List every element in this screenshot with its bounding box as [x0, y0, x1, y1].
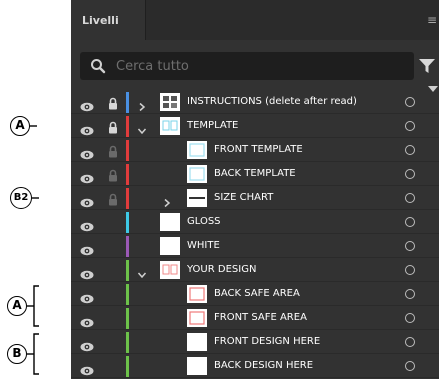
- visibility-eye-icon[interactable]: [80, 121, 94, 136]
- layer-thumbnail: [187, 333, 207, 351]
- layer-row[interactable]: BACK DESIGN HERE: [71, 354, 439, 378]
- layer-thumbnail: [160, 237, 180, 255]
- layer-name[interactable]: FRONT TEMPLATE: [214, 138, 303, 162]
- layer-thumbnail: [187, 189, 207, 207]
- layers-panel: Livelli ≡ INSTRUCTIONS (delete after rea…: [71, 0, 439, 379]
- target-circle-icon[interactable]: [405, 169, 415, 179]
- layer-thumbnail: [160, 117, 180, 135]
- target-circle-icon[interactable]: [405, 121, 415, 131]
- layer-row[interactable]: SIZE CHART: [71, 186, 439, 210]
- layer-name[interactable]: GLOSS: [187, 210, 221, 234]
- chevron-right-icon[interactable]: [162, 193, 172, 208]
- search-input[interactable]: [116, 56, 396, 76]
- layer-row[interactable]: WHITE: [71, 234, 439, 258]
- layer-thumbnail: [160, 213, 180, 231]
- visibility-eye-icon[interactable]: [80, 241, 94, 256]
- layer-name[interactable]: BACK DESIGN HERE: [214, 354, 313, 378]
- visibility-eye-icon[interactable]: [80, 313, 94, 328]
- layer-color-bar: [126, 188, 129, 209]
- layer-name[interactable]: YOUR DESIGN: [187, 258, 256, 282]
- lock-icon[interactable]: [108, 191, 118, 206]
- layer-row[interactable]: FRONT TEMPLATE: [71, 138, 439, 162]
- target-circle-icon[interactable]: [405, 241, 415, 251]
- visibility-eye-icon[interactable]: [80, 97, 94, 112]
- layer-thumbnail: [187, 141, 207, 159]
- layer-row[interactable]: BACK TEMPLATE: [71, 162, 439, 186]
- layer-color-bar: [126, 332, 129, 353]
- target-circle-icon[interactable]: [405, 217, 415, 227]
- target-circle-icon[interactable]: [405, 361, 415, 371]
- layer-thumbnail: [187, 309, 207, 327]
- visibility-eye-icon[interactable]: [80, 145, 94, 160]
- layer-color-bar: [126, 140, 129, 161]
- layer-row[interactable]: FRONT DESIGN HERE: [71, 330, 439, 354]
- layer-row[interactable]: FRONT SAFE AREA: [71, 306, 439, 330]
- layer-name[interactable]: TEMPLATE: [187, 114, 238, 138]
- target-circle-icon[interactable]: [405, 97, 415, 107]
- visibility-eye-icon[interactable]: [80, 289, 94, 304]
- chevron-down-icon[interactable]: [137, 121, 147, 135]
- panel-tab-bar: Livelli ≡: [71, 0, 439, 40]
- lock-icon[interactable]: [108, 167, 118, 182]
- target-circle-icon[interactable]: [405, 313, 415, 323]
- layer-name[interactable]: WHITE: [187, 234, 220, 258]
- layer-color-bar: [126, 92, 129, 113]
- layer-name[interactable]: SIZE CHART: [214, 186, 273, 210]
- layer-color-bar: [126, 356, 129, 377]
- visibility-eye-icon[interactable]: [80, 265, 94, 280]
- layer-thumbnail: [187, 357, 207, 375]
- layer-color-bar: [126, 308, 129, 329]
- layer-thumbnail: [187, 285, 207, 303]
- tab-layers[interactable]: Livelli: [71, 0, 145, 40]
- callout-connector: [27, 333, 39, 375]
- layer-thumbnail: [160, 261, 180, 279]
- search-icon: [91, 59, 106, 74]
- visibility-eye-icon[interactable]: [80, 169, 94, 184]
- panel-menu-icon[interactable]: ≡: [427, 14, 439, 26]
- chevron-right-icon[interactable]: [137, 97, 147, 112]
- visibility-eye-icon[interactable]: [80, 361, 94, 376]
- target-circle-icon[interactable]: [405, 265, 415, 275]
- layer-row[interactable]: INSTRUCTIONS (delete after read): [71, 90, 439, 114]
- layer-color-bar: [126, 260, 129, 281]
- layer-name[interactable]: FRONT SAFE AREA: [214, 306, 307, 330]
- layer-color-bar: [126, 116, 129, 137]
- lock-icon[interactable]: [108, 143, 118, 158]
- layer-name[interactable]: BACK SAFE AREA: [214, 282, 300, 306]
- filter-icon[interactable]: [417, 56, 437, 76]
- search-box[interactable]: [80, 52, 414, 80]
- layer-row[interactable]: TEMPLATE: [71, 114, 439, 138]
- visibility-eye-icon[interactable]: [80, 193, 94, 208]
- layer-name[interactable]: INSTRUCTIONS (delete after read): [187, 90, 357, 114]
- target-circle-icon[interactable]: [405, 145, 415, 155]
- layer-row[interactable]: YOUR DESIGN: [71, 258, 439, 282]
- visibility-eye-icon[interactable]: [80, 337, 94, 352]
- visibility-eye-icon[interactable]: [80, 217, 94, 232]
- layer-thumbnail: [187, 165, 207, 183]
- layer-color-bar: [126, 164, 129, 185]
- tab-divider: [145, 0, 146, 40]
- layer-name[interactable]: FRONT DESIGN HERE: [214, 330, 320, 354]
- lock-icon[interactable]: [108, 95, 118, 110]
- target-circle-icon[interactable]: [405, 337, 415, 347]
- layer-row[interactable]: GLOSS: [71, 210, 439, 234]
- layer-color-bar: [126, 236, 129, 257]
- chevron-down-icon[interactable]: [137, 265, 147, 279]
- target-circle-icon[interactable]: [405, 193, 415, 203]
- layer-color-bar: [126, 212, 129, 233]
- layer-name[interactable]: BACK TEMPLATE: [214, 162, 296, 186]
- layer-thumbnail: [160, 93, 180, 111]
- layer-color-bar: [126, 284, 129, 305]
- layer-row[interactable]: BACK SAFE AREA: [71, 282, 439, 306]
- lock-icon[interactable]: [108, 119, 118, 134]
- target-circle-icon[interactable]: [405, 289, 415, 299]
